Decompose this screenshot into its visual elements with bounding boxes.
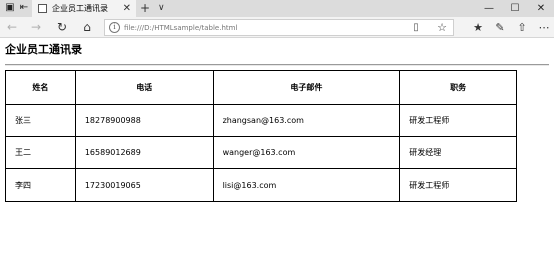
header-email: 电子邮件 xyxy=(213,71,401,105)
page-icon xyxy=(38,4,47,13)
close-tab-icon[interactable]: ✕ xyxy=(123,0,131,17)
url-text[interactable]: file:///D:/HTMLsample/table.html xyxy=(124,20,237,36)
maximize-icon[interactable]: ☐ xyxy=(502,0,528,17)
cell-name: 王二 xyxy=(6,137,76,169)
tab-actions-icon[interactable]: ▣ xyxy=(4,1,16,15)
close-icon[interactable]: ✕ xyxy=(528,0,554,17)
cell-email: lisi@163.com xyxy=(214,169,401,201)
table-row: 王二 16589012689 wanger@163.com 研发经理 xyxy=(6,137,516,169)
page-title: 企业员工通讯录 xyxy=(5,43,82,56)
header-phone: 电话 xyxy=(75,71,214,105)
cell-name: 李四 xyxy=(6,169,76,201)
favorites-list-icon[interactable]: ★ xyxy=(468,17,488,38)
info-icon[interactable]: i xyxy=(109,22,120,33)
forward-arrow-icon[interactable]: → xyxy=(25,17,47,38)
cell-phone: 17230019065 xyxy=(76,169,214,201)
set-aside-tabs-icon[interactable]: ⇤ xyxy=(18,1,30,15)
header-title: 职务 xyxy=(400,71,516,105)
star-icon[interactable]: ☆ xyxy=(434,17,450,38)
table-row: 张三 18278900988 zhangsan@163.com 研发工程师 xyxy=(6,105,516,137)
cell-phone: 16589012689 xyxy=(75,137,214,169)
cell-email: wanger@163.com xyxy=(213,137,401,169)
new-tab-icon[interactable]: + xyxy=(140,0,150,17)
cell-title: 研发经理 xyxy=(400,137,516,169)
reading-view-icon[interactable]: ▯ xyxy=(409,19,423,36)
header-name: 姓名 xyxy=(6,71,76,105)
tab-active[interactable]: 企业员工通讯录 ✕ xyxy=(32,0,136,17)
pen-icon[interactable]: ✎ xyxy=(490,17,510,38)
chevron-down-icon[interactable]: ∨ xyxy=(158,0,165,17)
minimize-icon[interactable]: — xyxy=(476,0,502,17)
tab-title: 企业员工通讯录 xyxy=(52,4,108,13)
address-bar[interactable]: i file:///D:/HTMLsample/table.html xyxy=(104,19,454,36)
cell-phone: 18278900988 xyxy=(75,105,214,137)
title-bar: ▣ ⇤ 企业员工通讯录 ✕ + ∨ — ☐ ✕ xyxy=(0,0,554,17)
share-icon[interactable]: ⇧ xyxy=(512,17,532,38)
horizontal-rule xyxy=(5,64,549,66)
home-icon[interactable]: ⌂ xyxy=(76,17,98,38)
cell-name: 张三 xyxy=(6,105,76,137)
cell-title: 研发工程师 xyxy=(409,180,450,190)
contacts-table: 姓名 电话 电子邮件 职务 张三 18278900988 zhangsan@16… xyxy=(5,70,517,202)
cell-title: 研发工程师 xyxy=(400,105,516,137)
more-icon[interactable]: ⋯ xyxy=(534,17,554,38)
back-arrow-icon[interactable]: ← xyxy=(1,17,23,38)
cell-email: zhangsan@163.com xyxy=(213,105,401,137)
table-header-row: 姓名 电话 电子邮件 职务 xyxy=(6,71,516,105)
table-row: 李四 17230019065 lisi@163.com 研发工程师 xyxy=(6,169,516,201)
refresh-icon[interactable]: ↻ xyxy=(51,17,73,38)
